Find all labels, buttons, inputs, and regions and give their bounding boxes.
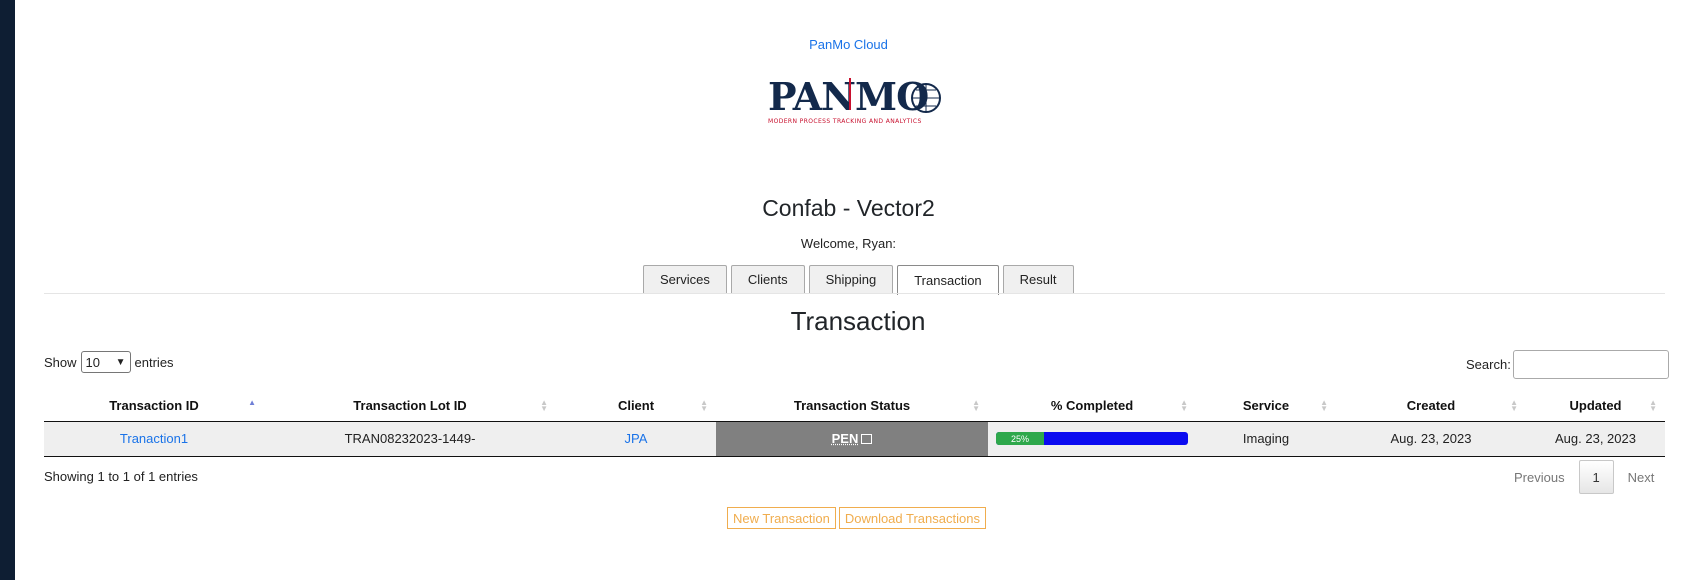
- search-control: Search:: [1466, 350, 1669, 379]
- sort-icon: ▲ ▼: [540, 398, 548, 413]
- entries-value: 10: [85, 354, 100, 370]
- sort-icon: ▲ ▼: [700, 398, 708, 413]
- transaction-id-cell: Tranaction1: [44, 421, 264, 457]
- tab-divider: [44, 293, 1665, 294]
- updated-cell: Aug. 23, 2023: [1526, 421, 1665, 457]
- client-link[interactable]: JPA: [625, 431, 648, 446]
- section-title: Transaction: [790, 306, 926, 336]
- svg-text:PANMO: PANMO: [768, 74, 928, 119]
- site-title: Confab - Vector2: [762, 195, 935, 221]
- left-sidebar-strip: [0, 0, 15, 580]
- search-label: Search:: [1466, 357, 1511, 372]
- panmo-logo: PANMO MODERN PROCESS TRACKING AND ANALYT…: [768, 74, 941, 125]
- download-transactions-button[interactable]: Download Transactions: [838, 507, 986, 529]
- tab-result[interactable]: Result: [1002, 265, 1074, 293]
- tab-shipping[interactable]: Shipping: [808, 265, 894, 293]
- lot-id-cell: TRAN08232023-1449-: [264, 421, 556, 457]
- tab-services[interactable]: Services: [643, 265, 727, 293]
- chevron-down-icon: ▼: [115, 356, 126, 368]
- entries-length-control: Show 10 ▼ entries: [44, 351, 174, 373]
- tab-transaction[interactable]: Transaction: [897, 265, 999, 295]
- page-1-button[interactable]: 1: [1578, 460, 1614, 494]
- sort-icon: ▲ ▼: [1510, 398, 1518, 413]
- service-cell: Imaging: [1196, 421, 1336, 457]
- sort-icon: ▲ ▼: [1320, 398, 1328, 413]
- tab-bar: Services Clients Shipping Transaction Re…: [643, 265, 1074, 295]
- next-button[interactable]: Next: [1614, 460, 1669, 494]
- column-header-transaction-id[interactable]: Transaction ID ▲: [44, 391, 264, 422]
- transaction-id-link[interactable]: Tranaction1: [120, 431, 188, 446]
- pagination: Previous 1 Next: [1500, 460, 1668, 494]
- table-info: Showing 1 to 1 of 1 entries: [44, 469, 198, 484]
- sort-icon: ▲ ▼: [972, 398, 980, 413]
- progress-bar: 25%: [996, 432, 1188, 445]
- status-text[interactable]: PEN: [832, 431, 859, 446]
- svg-text:MODERN PROCESS TRACKING AND AN: MODERN PROCESS TRACKING AND ANALYTICS: [768, 118, 922, 125]
- entries-select[interactable]: 10 ▼: [80, 351, 131, 373]
- column-header-lot-id[interactable]: Transaction Lot ID ▲ ▼: [264, 391, 556, 422]
- client-cell: JPA: [556, 421, 716, 457]
- progress-fill: 25%: [996, 432, 1044, 445]
- column-header-service[interactable]: Service ▲ ▼: [1196, 391, 1336, 422]
- column-header-created[interactable]: Created ▲ ▼: [1336, 391, 1526, 422]
- status-cell: PEN: [716, 421, 988, 457]
- column-header-status[interactable]: Transaction Status ▲ ▼: [716, 391, 988, 422]
- tab-clients[interactable]: Clients: [730, 265, 805, 293]
- created-cell: Aug. 23, 2023: [1336, 421, 1526, 457]
- transactions-table: Transaction ID ▲ Transaction Lot ID ▲ ▼ Cli…: [44, 391, 1665, 457]
- table-header-row: Transaction ID ▲ Transaction Lot ID ▲ ▼ Cli…: [44, 391, 1665, 422]
- show-label: Show: [44, 354, 77, 370]
- action-buttons: New Transaction Download Transactions: [727, 507, 986, 529]
- previous-button[interactable]: Previous: [1500, 460, 1579, 494]
- checkbox-envelope-icon[interactable]: [861, 434, 873, 444]
- search-input[interactable]: [1512, 350, 1669, 379]
- column-header-client[interactable]: Client ▲ ▼: [556, 391, 716, 422]
- sort-icon: ▲ ▼: [1649, 398, 1657, 413]
- panmo-cloud-link[interactable]: PanMo Cloud: [0, 37, 1697, 52]
- entries-label: entries: [134, 354, 174, 370]
- new-transaction-button[interactable]: New Transaction: [727, 507, 836, 529]
- column-header-completed[interactable]: % Completed ▲ ▼: [988, 391, 1196, 422]
- sort-asc-icon: ▲: [248, 398, 256, 407]
- completed-cell: 25%: [988, 421, 1196, 457]
- welcome-text: Welcome, Ryan:: [800, 236, 897, 251]
- sort-icon: ▲ ▼: [1180, 398, 1188, 413]
- table-row: Tranaction1 TRAN08232023-1449- JPA PEN 2…: [44, 421, 1665, 457]
- column-header-updated[interactable]: Updated ▲ ▼: [1526, 391, 1665, 422]
